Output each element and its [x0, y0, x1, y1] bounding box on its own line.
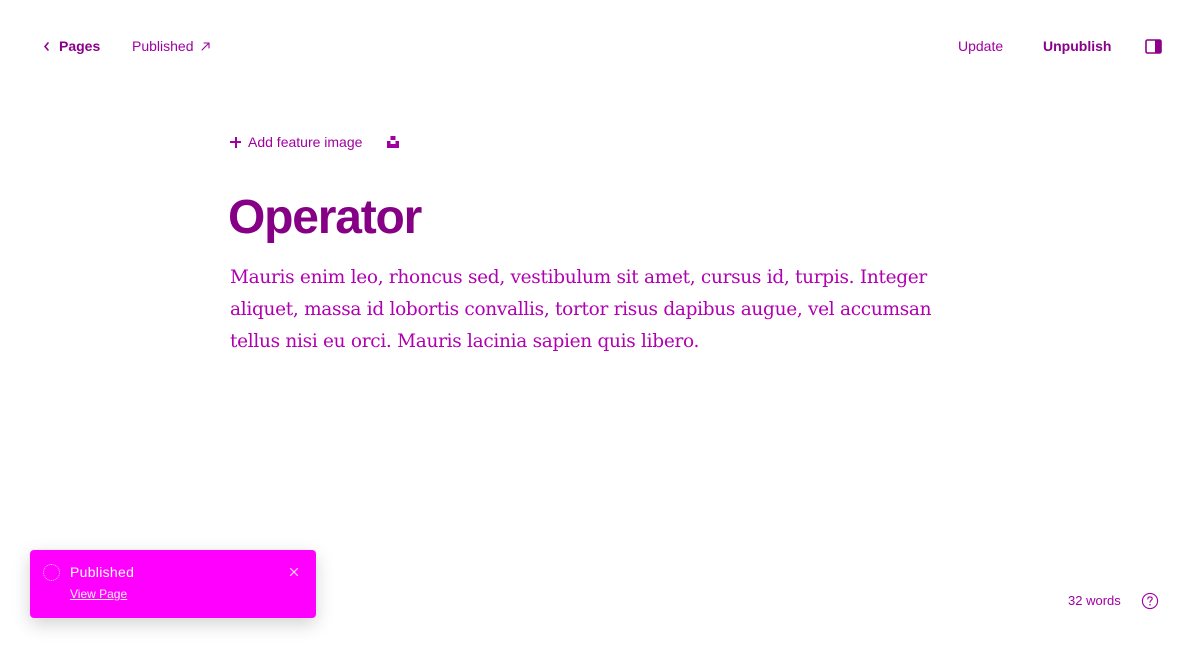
add-feature-image-label: Add feature image [248, 134, 363, 150]
add-feature-image-button[interactable]: Add feature image [230, 134, 362, 150]
published-toast: Published View Page [30, 550, 316, 618]
unpublish-button[interactable]: Unpublish [1043, 38, 1111, 54]
post-title[interactable]: Operator [228, 190, 422, 245]
back-link-label: Pages [59, 38, 101, 54]
update-button[interactable]: Update [958, 38, 1003, 54]
back-to-pages-link[interactable]: Pages [43, 38, 100, 54]
chevron-left-icon [44, 41, 49, 51]
feature-image-row: Add feature image [230, 134, 400, 150]
help-icon[interactable] [1141, 592, 1159, 610]
published-status-link[interactable]: Published [132, 38, 211, 54]
toast-title: Published [70, 564, 135, 580]
arrow-up-right-icon [200, 41, 210, 51]
spinner-icon [43, 564, 60, 581]
post-body[interactable]: Mauris enim leo, rhoncus sed, vestibulum… [230, 262, 980, 358]
word-count: 32 words [1068, 593, 1121, 608]
sidebar-toggle-icon[interactable] [1145, 39, 1162, 54]
unsplash-icon[interactable] [386, 135, 400, 149]
plus-icon [230, 136, 241, 148]
editor-header: Pages Published Update Unpublish [0, 0, 1200, 95]
close-icon[interactable] [288, 566, 300, 578]
status-label: Published [132, 38, 194, 54]
view-page-link[interactable]: View Page [70, 587, 127, 601]
